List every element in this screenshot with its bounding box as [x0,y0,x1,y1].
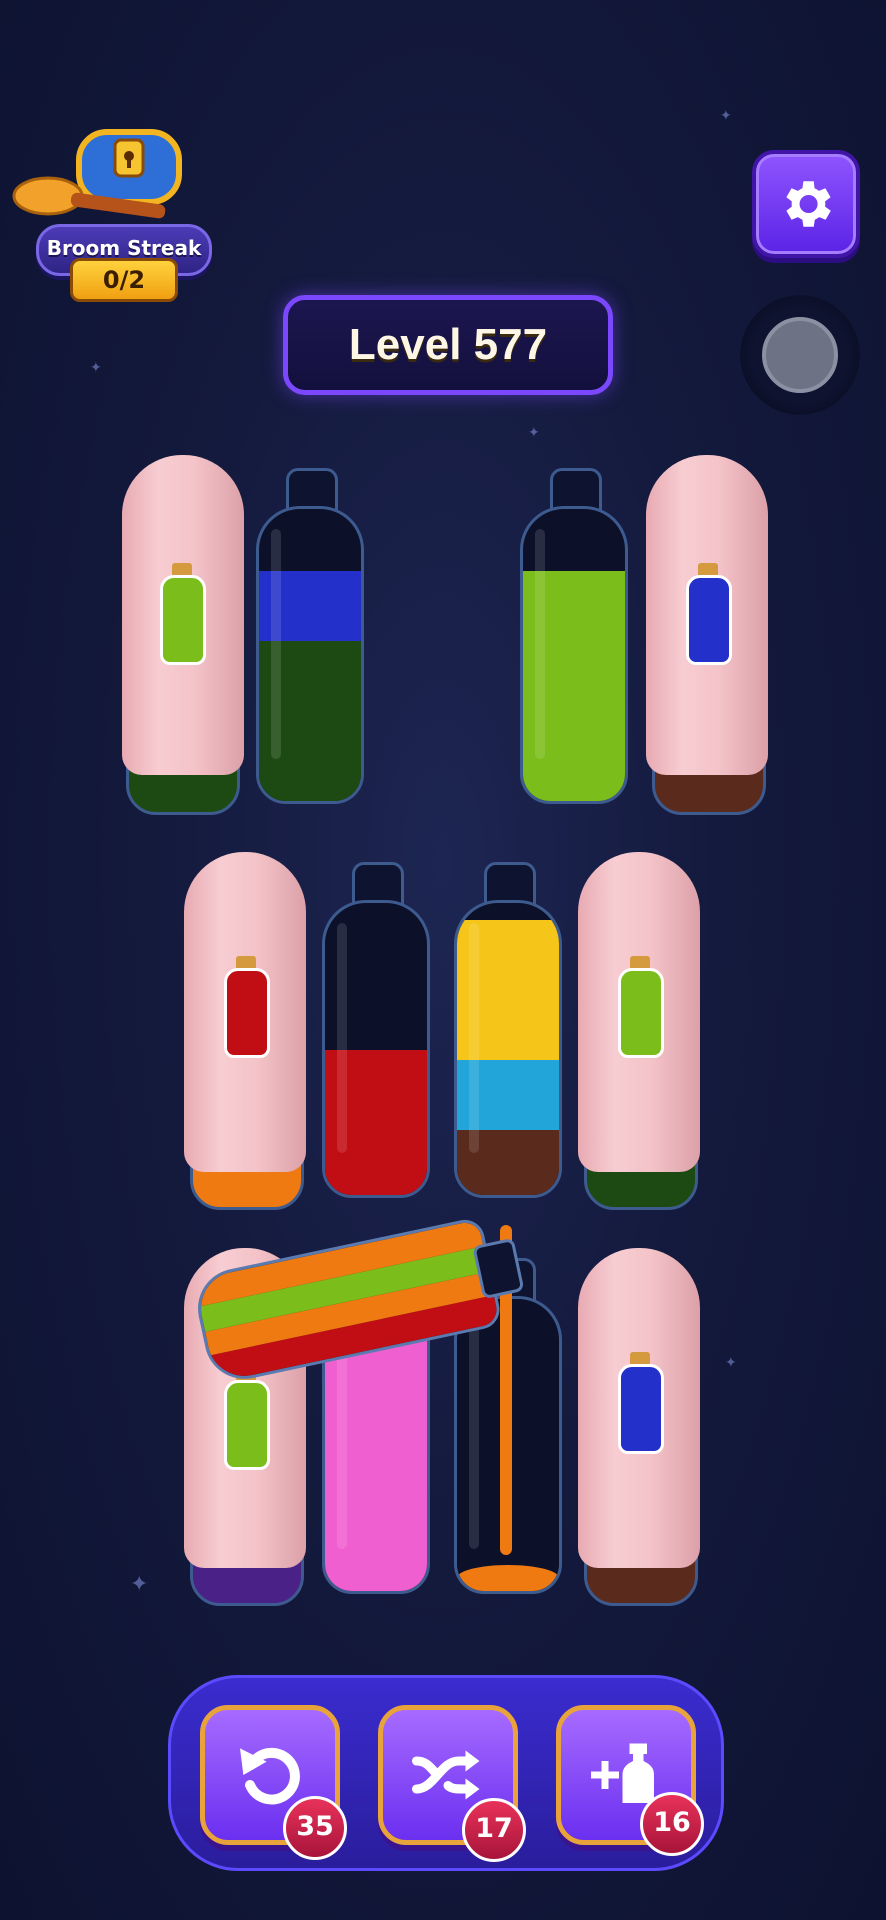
star-icon: ✦ [130,1572,149,1597]
star-icon: ✦ [720,108,732,124]
bottle[interactable] [520,468,628,808]
star-icon: ✦ [90,360,102,376]
undo-count-badge: 35 [283,1796,347,1860]
hidden-bottle[interactable] [122,455,252,815]
shuffle-count-badge: 17 [462,1798,526,1862]
gear-icon [786,181,831,227]
hint-bottle-icon [158,563,206,665]
bottle[interactable] [256,468,364,808]
hint-bottle-icon [616,956,664,1058]
settings-button[interactable] [752,150,860,258]
hidden-bottle[interactable] [578,852,708,1210]
hint-bottle-icon [222,956,270,1058]
hint-bottle-icon [684,563,732,665]
level-banner: Level 577 [283,295,613,395]
add-bottle-count-badge: 16 [640,1792,704,1856]
hidden-bottle[interactable] [578,1248,708,1606]
star-icon: ✦ [725,1355,737,1371]
star-icon: ✦ [528,425,540,441]
hint-bottle-icon [616,1352,664,1454]
hint-bottle-icon [222,1368,270,1470]
bottle[interactable] [322,862,430,1202]
assistive-touch-inner [762,317,838,393]
assistive-touch-button[interactable] [740,295,860,415]
streak-label: Broom Streak [46,236,202,260]
streak-count: 0/2 [70,258,178,302]
broom-icon [12,176,166,219]
hidden-bottle[interactable] [646,455,776,815]
broom-streak-widget[interactable]: Broom Streak 0/2 [10,118,212,303]
level-title: Level 577 [348,320,548,369]
bottle[interactable] [454,862,562,1202]
hidden-bottle[interactable] [184,852,314,1210]
